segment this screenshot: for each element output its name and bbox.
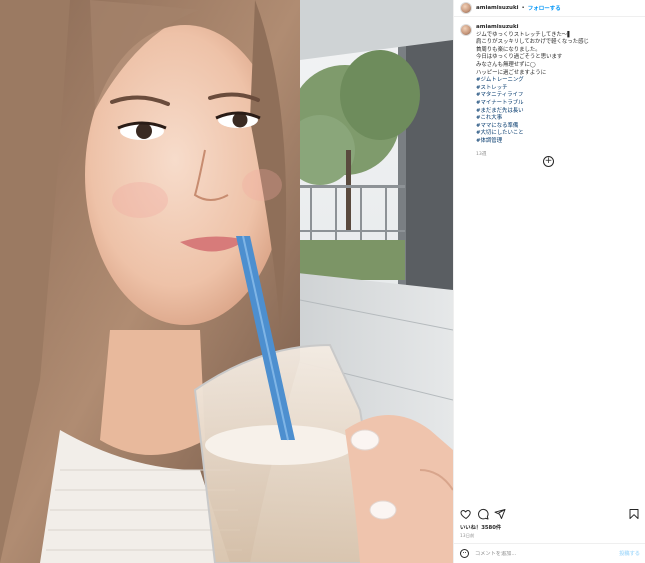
caption-body: amiamisuzuki ジムでゆっくりストレッチしてきた〜▌ 肩こりがスッキリ… xyxy=(476,23,636,157)
heart-icon[interactable] xyxy=(460,508,472,520)
hashtag-link[interactable]: #体調管理 xyxy=(476,138,636,146)
caption-line: みなさんも無理せずに◯ xyxy=(476,61,536,68)
caption-timestamp: 13週 xyxy=(476,151,487,157)
selfie-image xyxy=(0,0,453,563)
caption-line: 肩こりがスッキリしておかげで軽くなった感じ xyxy=(476,39,589,46)
share-icon[interactable] xyxy=(494,508,506,520)
hashtag-link[interactable]: #これ大事 xyxy=(476,115,636,123)
emoji-icon[interactable] xyxy=(460,549,469,558)
plus-circle-icon[interactable]: + xyxy=(543,156,554,167)
hashtag-link[interactable]: #大切にしたいこと xyxy=(476,130,636,138)
follow-button[interactable]: フォローする xyxy=(528,4,561,12)
post-header: amiamisuzuki • フォローする xyxy=(454,0,645,17)
username-link[interactable]: amiamisuzuki xyxy=(476,5,519,11)
post-sidebar: amiamisuzuki • フォローする amiamisuzuki ジムでゆっ… xyxy=(453,0,645,563)
caption-avatar[interactable] xyxy=(460,24,472,36)
caption-username[interactable]: amiamisuzuki xyxy=(476,24,519,30)
hashtag-link[interactable]: #マイナートラブル xyxy=(476,100,636,108)
caption-block: amiamisuzuki ジムでゆっくりストレッチしてきた〜▌ 肩こりがスッキリ… xyxy=(454,17,645,157)
action-bar xyxy=(460,508,640,520)
post-date: 13日前 xyxy=(460,533,475,538)
hashtag-link[interactable]: #マタニティライフ xyxy=(476,92,636,100)
caption-text: amiamisuzuki ジムでゆっくりストレッチしてきた〜▌ 肩こりがスッキリ… xyxy=(476,24,636,146)
hashtag-link[interactable]: #ジムトレーニング xyxy=(476,77,636,85)
like-count[interactable]: いいね！3580件 xyxy=(460,523,501,531)
comment-bar: 投稿する xyxy=(454,543,645,563)
comment-input[interactable] xyxy=(475,550,605,557)
hashtag-link[interactable]: #まだまだ先は長い xyxy=(476,108,636,116)
separator-dot: • xyxy=(521,5,525,11)
caption-line: 今日はゆっくり過ごそうと思います xyxy=(476,54,563,61)
instagram-post: amiamisuzuki • フォローする amiamisuzuki ジムでゆっ… xyxy=(0,0,645,563)
post-photo[interactable] xyxy=(0,0,453,563)
bookmark-icon[interactable] xyxy=(628,508,640,520)
avatar[interactable] xyxy=(460,2,472,14)
post-comment-button[interactable]: 投稿する xyxy=(619,550,640,557)
comment-icon[interactable] xyxy=(477,508,489,520)
